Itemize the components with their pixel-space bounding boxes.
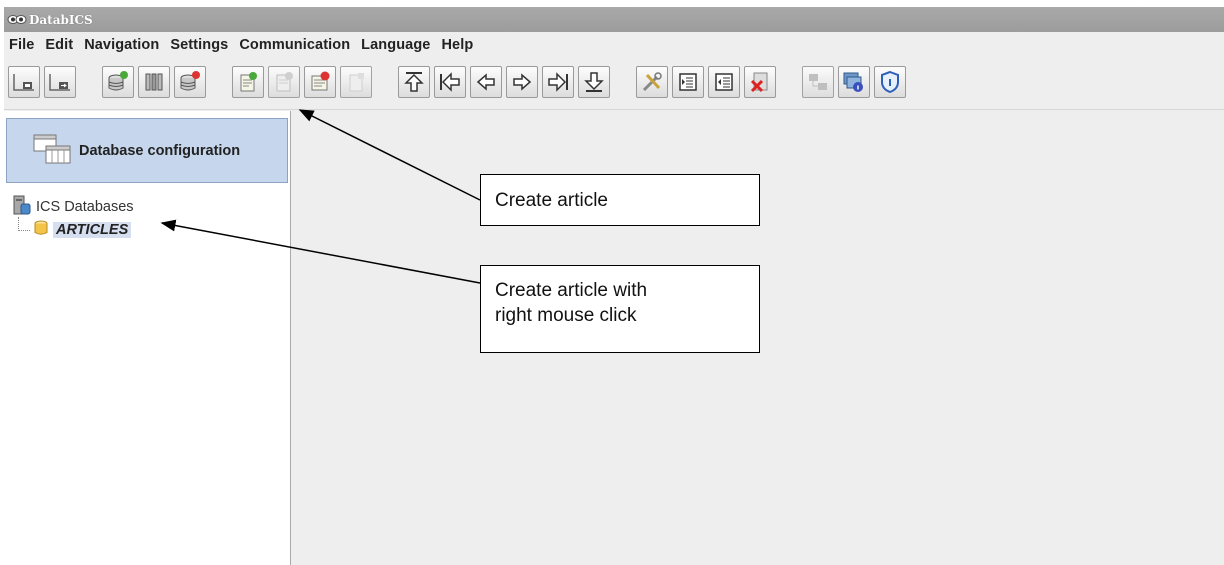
last-record-button[interactable] [578, 66, 610, 98]
export-button[interactable] [708, 66, 740, 98]
database-add-icon [108, 71, 128, 91]
menu-file[interactable]: File [9, 37, 34, 53]
menu-help[interactable]: Help [441, 37, 473, 53]
last-record-icon [584, 72, 604, 92]
database-configuration-icon [33, 134, 71, 167]
server-icon [12, 194, 32, 219]
delete-article-icon [311, 71, 330, 91]
tree-node-articles[interactable]: ARTICLES [34, 220, 132, 239]
tree-root-label: ICS Databases [36, 198, 134, 215]
previous-page-button[interactable] [434, 66, 466, 98]
next-record-button[interactable] [506, 66, 538, 98]
previous-page-icon [440, 72, 460, 92]
toolbar [4, 60, 1224, 110]
title-bar: DatabICS [4, 7, 1224, 32]
callout-line: right mouse click [495, 305, 637, 326]
tools-button[interactable] [636, 66, 668, 98]
tree-connector [18, 217, 19, 231]
create-article-callout: Create article [480, 174, 760, 226]
first-record-icon [404, 72, 424, 92]
menu-settings[interactable]: Settings [170, 37, 228, 53]
app-logo-icon [7, 13, 27, 26]
next-page-icon [548, 72, 568, 92]
database-delete-icon [180, 71, 200, 91]
menu-navigation[interactable]: Navigation [84, 37, 159, 53]
create-article-callout-text: Create article [495, 189, 608, 211]
previous-record-button[interactable] [470, 66, 502, 98]
delete-article-button[interactable] [304, 66, 336, 98]
edit-article-icon [276, 72, 293, 92]
export-icon [715, 73, 733, 91]
window-title: DatabICS [29, 12, 93, 27]
network-icon [809, 74, 827, 90]
menu-communication[interactable]: Communication [239, 37, 350, 53]
tree-node-ics-databases[interactable]: ICS Databases [12, 194, 134, 219]
database-columns-icon [145, 73, 163, 91]
disconnect-button[interactable] [44, 66, 76, 98]
database-tree: ICS Databases ARTICLES [4, 183, 290, 563]
database-configuration-label: Database configuration [79, 142, 241, 159]
article-disabled-button[interactable] [340, 66, 372, 98]
article-disabled-icon [349, 73, 364, 92]
callout-line: Create article with [495, 280, 648, 301]
tools-icon [642, 72, 662, 92]
tree-connector [18, 230, 30, 231]
connect-button[interactable] [8, 66, 40, 98]
database-add-button[interactable] [102, 66, 134, 98]
delete-file-button[interactable] [744, 66, 776, 98]
first-record-button[interactable] [398, 66, 430, 98]
database-columns-button[interactable] [138, 66, 170, 98]
database-icon [34, 220, 48, 239]
import-icon [679, 73, 697, 91]
window-info-button[interactable] [838, 66, 870, 98]
create-article-button[interactable] [232, 66, 264, 98]
connect-icon [13, 74, 34, 91]
create-article-right-click-callout: Create article with right mouse click [480, 265, 760, 353]
menu-language[interactable]: Language [361, 37, 430, 53]
database-delete-button[interactable] [174, 66, 206, 98]
next-record-icon [513, 73, 532, 91]
tree-node-label: ARTICLES [53, 221, 132, 238]
next-page-button[interactable] [542, 66, 574, 98]
edit-article-button[interactable] [268, 66, 300, 98]
menu-edit[interactable]: Edit [45, 37, 73, 53]
delete-file-icon [750, 72, 768, 93]
menu-bar: File Edit Navigation Settings Communicat… [4, 32, 1224, 58]
window-info-icon [843, 72, 863, 92]
shield-icon [881, 70, 899, 94]
disconnect-icon [49, 74, 70, 91]
shield-button[interactable] [874, 66, 906, 98]
network-button[interactable] [802, 66, 834, 98]
create-article-icon [240, 72, 257, 92]
import-button[interactable] [672, 66, 704, 98]
previous-record-icon [476, 73, 495, 91]
database-configuration-button[interactable]: Database configuration [6, 118, 288, 183]
database-navigation-panel: Database configuration ICS Databases ART… [4, 111, 291, 565]
